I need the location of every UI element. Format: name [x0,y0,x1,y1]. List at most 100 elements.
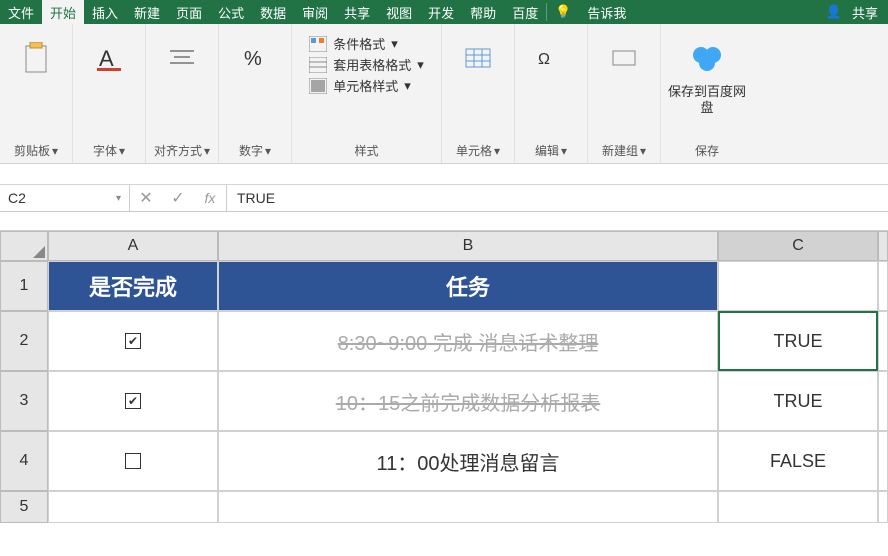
tab-data[interactable]: 数据 [252,0,294,24]
checkbox-checked-icon[interactable] [125,333,141,349]
name-box-value: C2 [8,190,26,206]
share-button[interactable]: 共享 [852,3,878,22]
fx-button[interactable]: fx [194,190,226,206]
percent-icon: % [242,36,268,80]
tab-dev[interactable]: 开发 [420,0,462,24]
cancel-formula-button[interactable]: ✕ [130,188,162,208]
col-header-c[interactable]: C [718,231,878,261]
table-format-label: 套用表格格式 [333,55,411,74]
cell-d4[interactable] [878,431,888,491]
checkbox-checked-icon[interactable] [125,393,141,409]
cell-style-button[interactable]: 单元格样式 ▾ [309,76,424,95]
x-icon: ✕ [139,188,152,208]
cond-format-button[interactable]: 条件格式▾ [309,34,424,53]
ribbon: 剪贴板▾ A 字体▾ 对齐方式▾ % 数字▾ 条件格式▾ 套用表格格式▾ 单元格… [0,24,888,164]
tab-view[interactable]: 视图 [378,0,420,24]
formula-value[interactable]: TRUE [227,185,888,211]
name-box[interactable]: C2 ▾ [0,185,130,211]
chevron-down-icon[interactable]: ▾ [116,193,121,204]
tab-home[interactable]: 开始 [42,0,84,24]
style-group-label: 样式 [354,142,378,159]
chevron-down-icon[interactable]: ▾ [265,144,271,158]
number-button[interactable]: % [225,28,285,80]
tab-new[interactable]: 新建 [126,0,168,24]
tab-insert[interactable]: 插入 [84,0,126,24]
tell-me[interactable]: 告诉我 [579,0,634,24]
cell-b3[interactable]: 10：15之前完成数据分析报表 [218,371,718,431]
cell-d3[interactable] [878,371,888,431]
cell-a1[interactable]: 是否完成 [48,261,218,311]
tab-page[interactable]: 页面 [168,0,210,24]
newgroup-button[interactable] [594,28,654,80]
bulb-icon: 💡 [547,0,579,24]
row-header-2[interactable]: 2 [0,311,48,371]
cell-button[interactable] [448,28,508,80]
cell-c5[interactable] [718,491,878,523]
clipboard-button[interactable] [6,28,66,80]
cell-b2[interactable]: 8:30~9:00 完成 消息话术整理 [218,311,718,371]
table-format-button[interactable]: 套用表格格式 ▾ [309,55,424,74]
check-icon: ✓ [171,188,184,208]
tab-file[interactable]: 文件 [0,0,42,24]
edit-button[interactable]: Ω [521,28,581,80]
chevron-down-icon[interactable]: ▾ [119,144,125,158]
tab-baidu[interactable]: 百度 [504,0,546,24]
font-button[interactable]: A [79,28,139,80]
checkbox-unchecked-icon[interactable] [125,453,141,469]
col-header-extra[interactable] [878,231,888,261]
baidu-cloud-icon [689,36,725,80]
clipboard-icon [22,36,50,80]
tab-bar: 文件 开始 插入 新建 页面 公式 数据 审阅 共享 视图 开发 帮助 百度 💡… [0,0,888,24]
cell-c4[interactable]: FALSE [718,431,878,491]
number-label: 数字 [239,142,263,159]
newgroup-label: 新建组 [602,142,638,159]
chevron-down-icon[interactable]: ▾ [494,144,500,158]
cell-style-label: 单元格样式 [333,76,398,95]
cell-icon [464,36,492,80]
chevron-down-icon[interactable]: ▾ [204,144,210,158]
cell-a2[interactable] [48,311,218,371]
formula-bar: C2 ▾ ✕ ✓ fx TRUE [0,184,888,212]
tab-share[interactable]: 共享 [336,0,378,24]
cell-c2[interactable]: TRUE [718,311,878,371]
cell-a4[interactable] [48,431,218,491]
spreadsheet-grid: A B C 1 是否完成 任务 2 8:30~9:00 完成 消息话术整理 TR… [0,230,888,523]
cell-b5[interactable] [218,491,718,523]
save-baidu-button[interactable]: 保存到百度网盘 [667,28,747,115]
cell-b4[interactable]: 11：00处理消息留言 [218,431,718,491]
chevron-down-icon: ▾ [391,36,398,52]
cell-d2[interactable] [878,311,888,371]
chevron-down-icon[interactable]: ▾ [561,144,567,158]
font-label: 字体 [93,142,117,159]
svg-text:A: A [99,46,114,71]
chevron-down-icon: ▾ [417,57,424,73]
cell-b1[interactable]: 任务 [218,261,718,311]
row-header-4[interactable]: 4 [0,431,48,491]
cell-c3[interactable]: TRUE [718,371,878,431]
align-icon [168,36,196,80]
svg-text:%: % [244,48,262,70]
svg-text:Ω: Ω [538,51,550,68]
user-icon[interactable]: 👤 [826,4,842,20]
col-header-a[interactable]: A [48,231,218,261]
tab-formula[interactable]: 公式 [210,0,252,24]
row-header-3[interactable]: 3 [0,371,48,431]
align-button[interactable] [152,28,212,80]
tab-review[interactable]: 审阅 [294,0,336,24]
row-header-1[interactable]: 1 [0,261,48,311]
accept-formula-button[interactable]: ✓ [162,188,194,208]
col-header-b[interactable]: B [218,231,718,261]
select-all-corner[interactable] [0,231,48,261]
row-header-5[interactable]: 5 [0,491,48,523]
tab-help[interactable]: 帮助 [462,0,504,24]
cell-c1[interactable] [718,261,878,311]
chevron-down-icon[interactable]: ▾ [52,144,58,158]
chevron-down-icon: ▾ [404,78,411,94]
chevron-down-icon[interactable]: ▾ [640,144,646,158]
cell-group-label: 单元格 [456,142,492,159]
save-baidu-label: 保存到百度网盘 [667,84,747,115]
cell-d1[interactable] [878,261,888,311]
cell-a3[interactable] [48,371,218,431]
cell-a5[interactable] [48,491,218,523]
cell-d5[interactable] [878,491,888,523]
